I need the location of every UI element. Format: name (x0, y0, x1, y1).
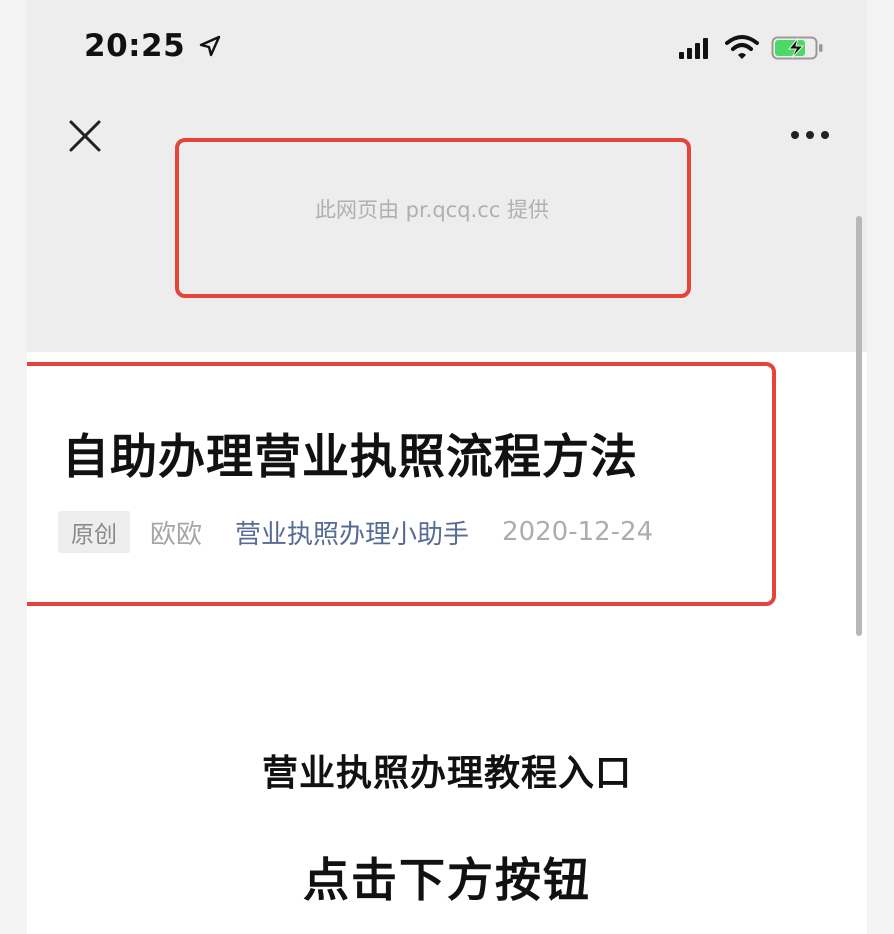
instruction-text: 点击下方按钮 (303, 853, 591, 907)
phone-screen: 20:25 此网页由 pr.qcq.cc 提供 自助办理营业执照流程方法 原创 … (27, 0, 867, 934)
location-arrow-icon (199, 35, 221, 57)
close-icon[interactable] (65, 116, 105, 156)
more-dots-icon[interactable] (787, 120, 833, 150)
article-header-highlight-box (27, 362, 776, 606)
wifi-icon (725, 35, 759, 59)
provider-highlight-box (175, 138, 691, 298)
section-heading: 营业执照办理教程入口 (261, 753, 632, 794)
cellular-signal-icon (679, 38, 708, 59)
battery-charging-icon (771, 36, 823, 60)
webview-header: 20:25 此网页由 pr.qcq.cc 提供 (27, 0, 867, 352)
status-time: 20:25 (84, 28, 186, 64)
scrollbar[interactable] (856, 216, 862, 636)
